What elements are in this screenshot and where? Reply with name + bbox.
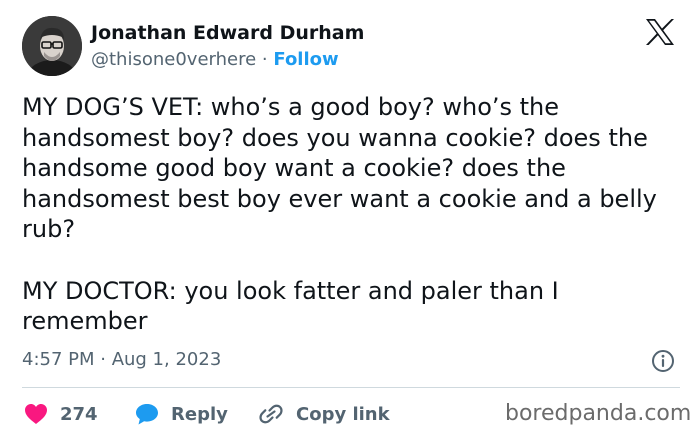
like-button[interactable]: 274: [24, 401, 98, 427]
like-count: 274: [60, 403, 98, 425]
tweet-text: MY DOG’S VET: who’s a good boy? who’s th…: [22, 92, 682, 337]
x-logo-icon[interactable]: [645, 18, 675, 46]
reply-button[interactable]: Reply: [135, 401, 228, 427]
separator: ·: [261, 49, 268, 70]
author-handle-row: @thisone0verhere · Follow: [91, 49, 339, 70]
tweet-paragraph-2: MY DOCTOR: you look fatter and paler tha…: [22, 276, 559, 336]
comment-bubble-icon: [136, 404, 158, 425]
author-name[interactable]: Jonathan Edward Durham: [91, 22, 364, 44]
copy-link-label: Copy link: [296, 403, 390, 425]
author-handle[interactable]: @thisone0verhere: [91, 49, 256, 70]
copy-link-button[interactable]: Copy link: [258, 401, 390, 427]
watermark-text: boredpanda.com: [505, 401, 692, 426]
tweet-card: Jonathan Edward Durham @thisone0verhere …: [0, 0, 700, 440]
reply-label: Reply: [171, 403, 228, 425]
tweet-timestamp[interactable]: 4:57 PM · Aug 1, 2023: [22, 349, 221, 370]
avatar-image: [22, 16, 82, 76]
heart-icon: [25, 404, 47, 424]
follow-button[interactable]: Follow: [273, 49, 338, 70]
avatar[interactable]: [22, 16, 82, 76]
tweet-paragraph-1: MY DOG’S VET: who’s a good boy? who’s th…: [22, 93, 657, 244]
link-icon: [259, 404, 283, 424]
info-icon[interactable]: [651, 349, 675, 373]
divider: [22, 387, 680, 388]
